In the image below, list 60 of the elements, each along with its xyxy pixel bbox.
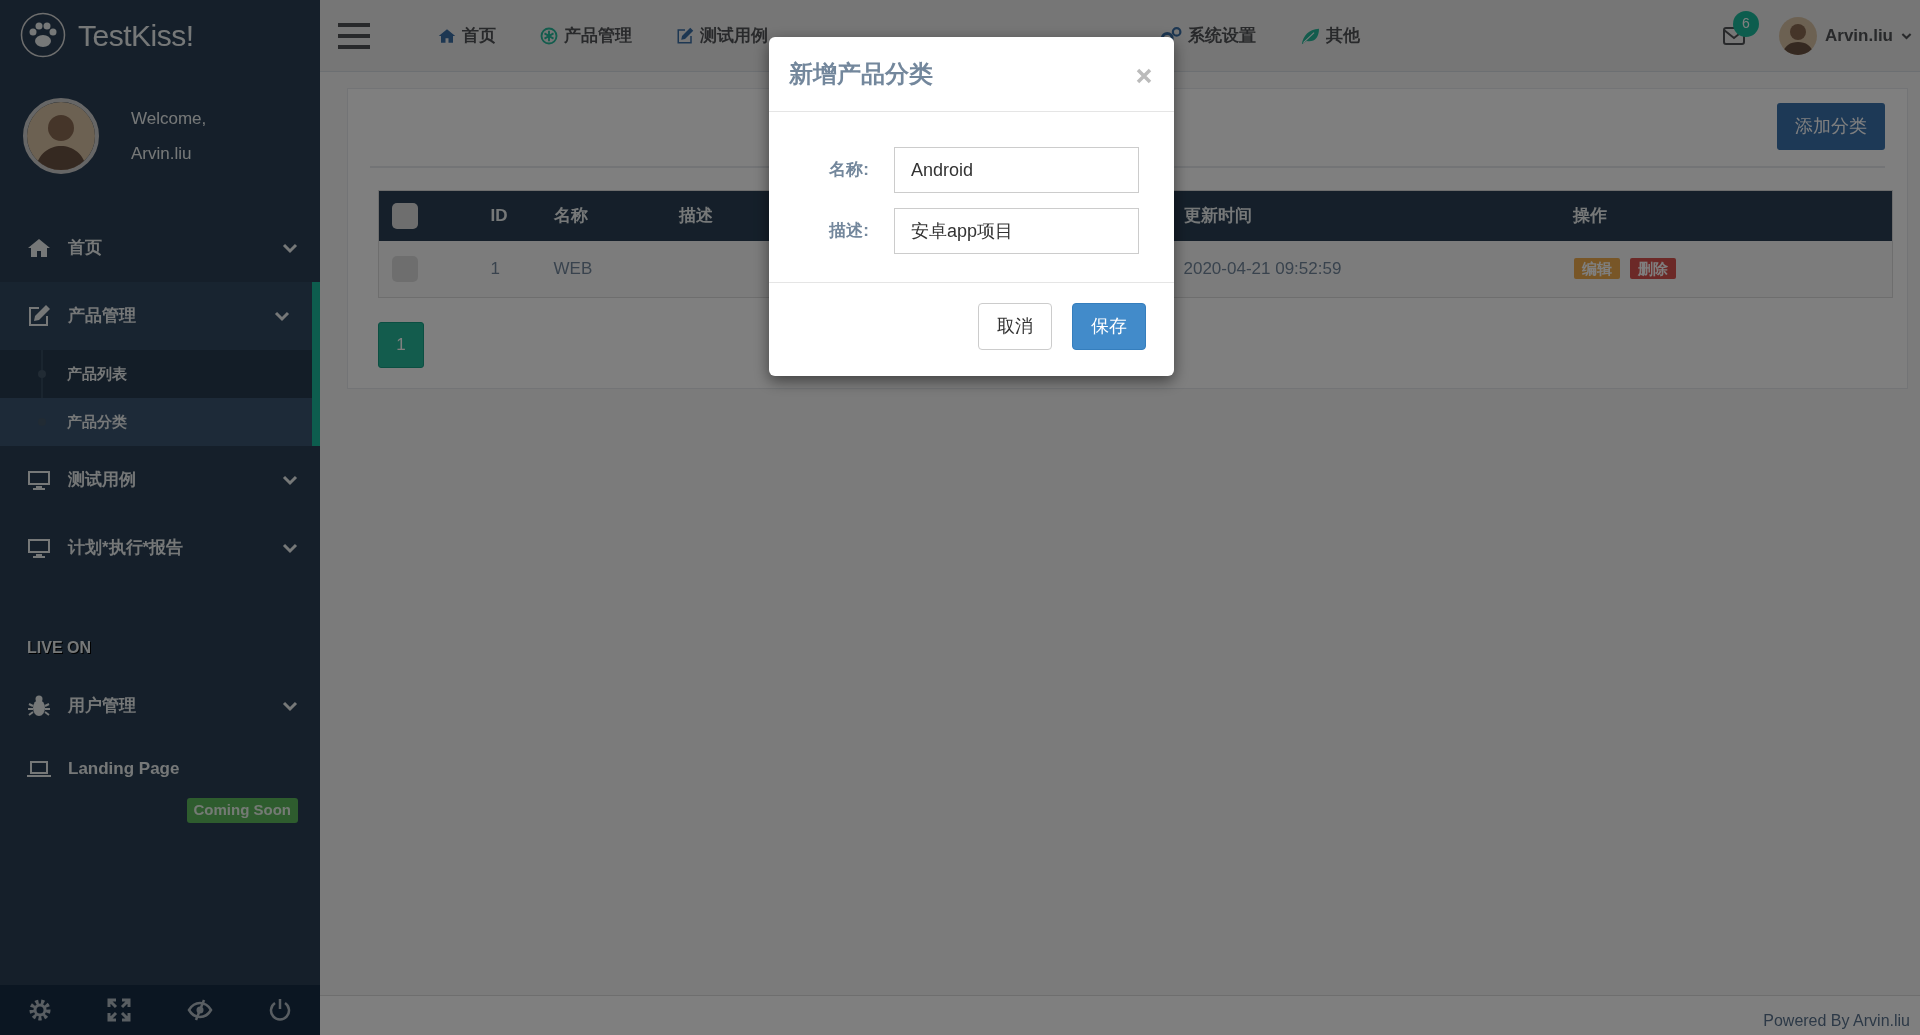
brand-name: TestKiss! [78,17,194,54]
sidebar-item[interactable]: Landing Page [0,740,320,798]
chevron-down-icon [282,542,298,554]
chevron-down-icon [282,700,298,712]
page-button[interactable]: 1 [378,322,424,368]
user-menu[interactable]: Arvin.liu [1779,16,1912,55]
user-name: Arvin.liu [131,143,193,165]
edit-icon [27,304,51,328]
bug-icon [27,694,51,718]
asterisk-circle-icon [540,26,558,45]
table-cell: 2020-04-21 09:52:59 [1183,259,1342,278]
edit-icon [676,26,694,45]
monitor-icon [27,468,51,492]
footer-text: Powered By Arvin.liu [1763,1011,1910,1031]
paw-logo-icon [20,12,66,58]
nav-link[interactable]: 首页 [416,22,518,49]
checkbox[interactable] [392,203,418,229]
dialog-title: 新增产品分类 [789,59,933,89]
nav-link[interactable]: 其他 [1278,22,1382,49]
fullscreen-icon[interactable] [107,998,132,1022]
sidebar-item[interactable]: 产品管理 [0,282,320,350]
input-field[interactable]: Android [894,147,1139,193]
status-badge: Coming Soon [186,798,298,823]
save-button[interactable]: 保存 [1072,303,1146,350]
leaf-icon [1300,26,1320,45]
column-header: 名称 [553,190,679,241]
close-icon [1136,67,1152,84]
submenu-item[interactable]: 产品分类 [0,398,312,446]
submenu-item[interactable]: 产品列表 [0,350,312,398]
input-field[interactable]: 安卓app项目 [894,208,1139,254]
chevron-down-icon [282,242,298,254]
eye-slash-icon[interactable] [186,998,213,1022]
count-badge: 6 [1733,10,1759,37]
chevron-down-icon [274,310,290,322]
column-header: 更新时间 [1183,190,1573,241]
avatar [1779,16,1817,55]
monitor-icon [27,536,51,560]
nav-link[interactable]: 测试用例 [654,22,790,49]
user-name: Arvin.liu [1825,24,1893,47]
table-cell: WEB [553,259,593,278]
power-icon[interactable] [268,998,293,1022]
welcome-text: Welcome, [131,107,207,130]
sidebar-item[interactable]: 计划*执行*报告 [0,514,320,582]
column-header: ID [470,190,554,241]
column-header: 操作 [1572,190,1893,241]
field-label: 名称: [828,159,870,182]
sidebar-item[interactable]: 用户管理 [0,672,320,740]
menu-icon[interactable] [338,22,370,49]
field-label: 描述: [827,220,870,243]
section-title: LIVE ON [26,638,92,658]
table-cell: 1 [490,259,500,278]
add-category-button[interactable]: 添加分类 [1777,103,1885,150]
cancel-button[interactable]: 取消 [978,303,1052,350]
sidebar-item[interactable]: 测试用例 [0,446,320,514]
home-icon [27,236,51,260]
delete-button[interactable]: 删除 [1629,258,1676,279]
nav-link[interactable]: 产品管理 [518,22,654,49]
sidebar-item[interactable]: 首页 [0,214,320,282]
settings-icon[interactable] [27,998,52,1022]
chevron-down-icon [282,474,298,486]
